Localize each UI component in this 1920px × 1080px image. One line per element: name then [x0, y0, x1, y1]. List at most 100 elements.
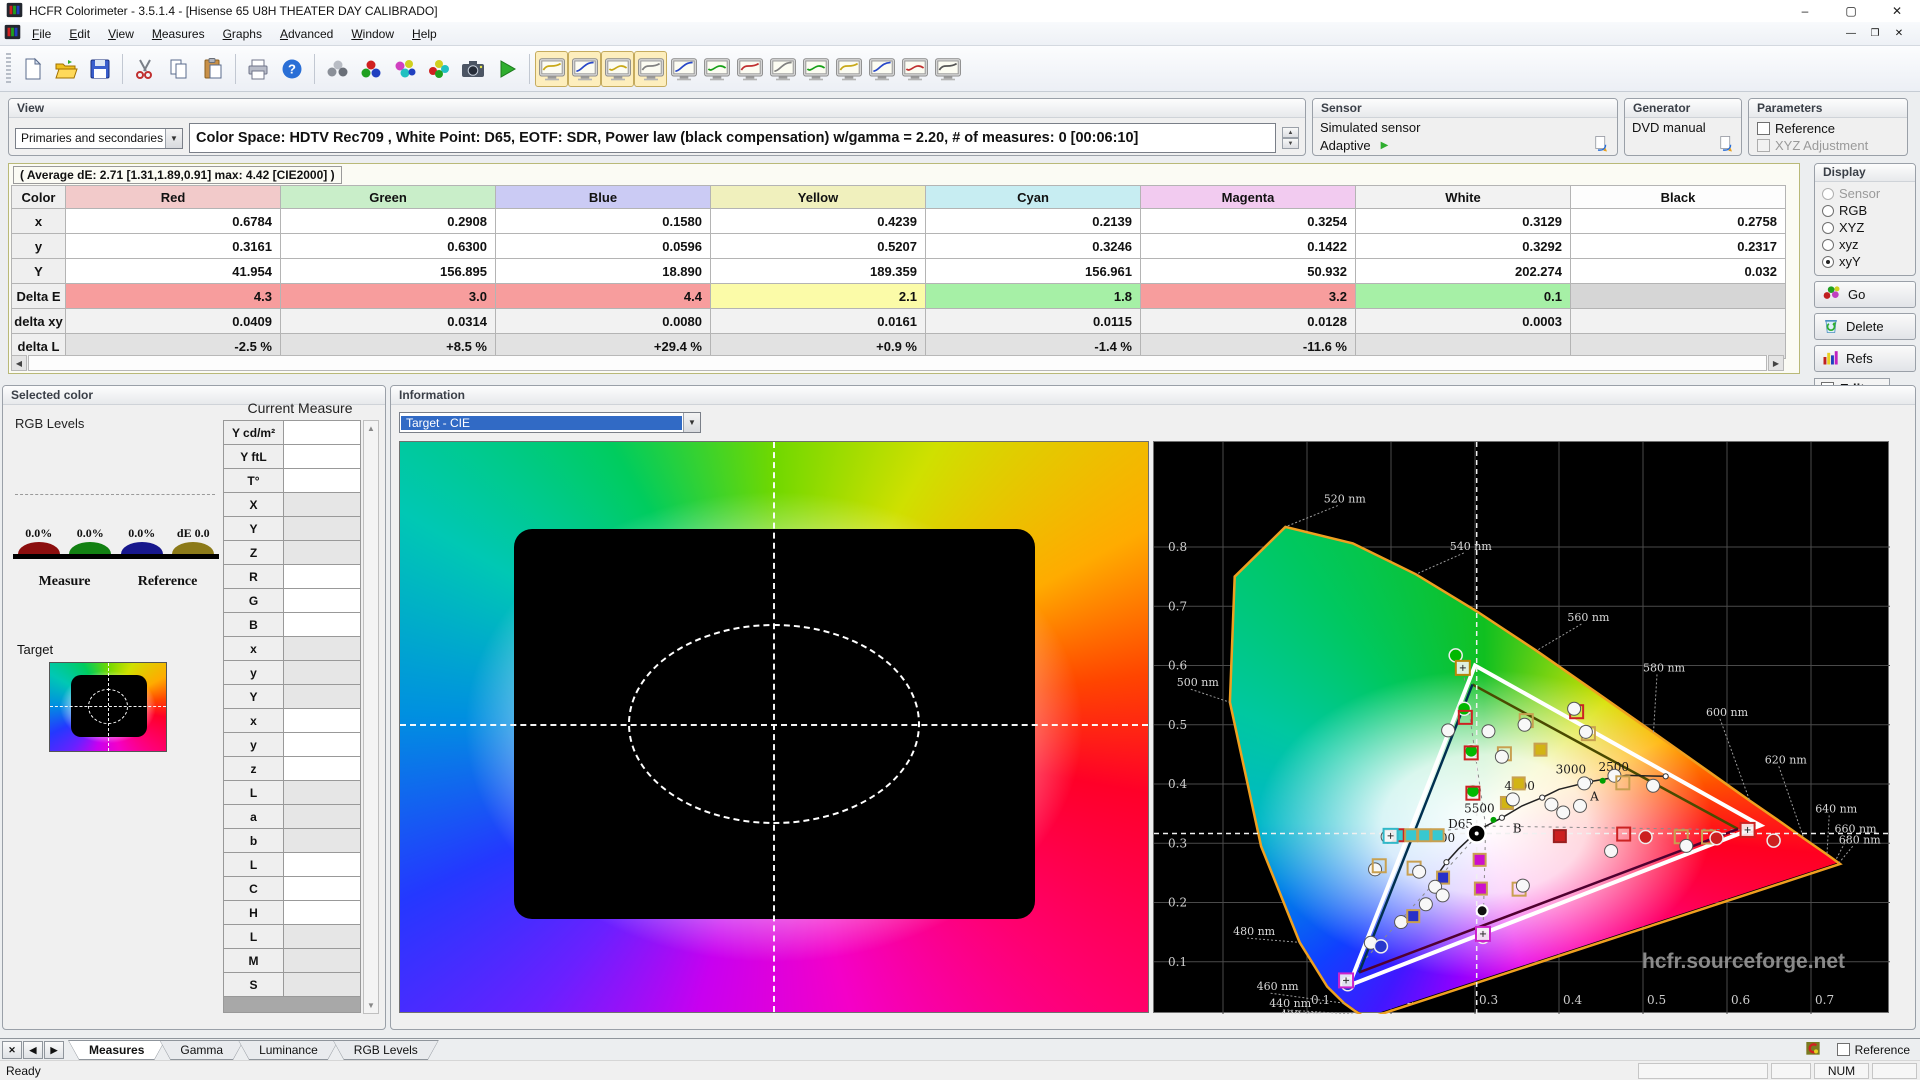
graph-view-monitor-icon-7[interactable] [733, 51, 766, 87]
display-radio-xyz[interactable]: XYZ [1822, 219, 1908, 236]
mdi-restore-button[interactable]: ❐ [1864, 25, 1886, 43]
scroll-up-icon[interactable]: ▲ [367, 421, 375, 436]
table-cell[interactable]: 0.6784 [66, 209, 281, 234]
refs-button[interactable]: Refs [1814, 345, 1916, 372]
table-cell[interactable]: 0.4239 [711, 209, 926, 234]
current-measure-value[interactable] [284, 781, 361, 805]
current-measure-value[interactable] [284, 805, 361, 829]
current-measure-value[interactable] [284, 973, 361, 997]
radio-icon[interactable] [1822, 222, 1834, 234]
camera-icon[interactable] [456, 51, 490, 87]
graph-view-monitor-icon-3[interactable] [601, 51, 634, 87]
display-radio-rgb[interactable]: RGB [1822, 202, 1908, 219]
table-cell[interactable]: 0.2908 [281, 209, 496, 234]
table-cell[interactable]: 41.954 [66, 259, 281, 284]
table-cell[interactable]: 4.4 [496, 284, 711, 309]
graph-view-monitor-icon-4[interactable] [634, 51, 667, 87]
tab-rgb-levels[interactable]: RGB Levels [333, 1040, 439, 1060]
information-view-select[interactable]: Target - CIE ▼ [399, 412, 701, 433]
table-cell[interactable]: 3.0 [281, 284, 496, 309]
menu-edit[interactable]: Edit [60, 24, 99, 44]
reference-checkbox[interactable]: Reference [1757, 121, 1899, 136]
checkbox-icon[interactable] [1757, 122, 1770, 135]
current-measure-value[interactable] [284, 877, 361, 901]
current-measure-value[interactable] [284, 589, 361, 613]
column-header-blue[interactable]: Blue [496, 185, 711, 209]
current-measure-value[interactable] [284, 421, 361, 445]
column-header-red[interactable]: Red [66, 185, 281, 209]
current-measure-scrollbar[interactable]: ▲ ▼ [363, 420, 379, 1014]
table-cell[interactable]: 0.2758 [1571, 209, 1786, 234]
status-reference-checkbox[interactable]: Reference [1837, 1043, 1910, 1057]
table-cell[interactable]: 0.0080 [496, 309, 711, 334]
column-header-black[interactable]: Black [1571, 185, 1786, 209]
table-cell[interactable]: 202.274 [1356, 259, 1571, 284]
save-icon[interactable] [83, 51, 117, 87]
menu-graphs[interactable]: Graphs [214, 24, 271, 44]
scrollbar-thumb[interactable] [28, 355, 1767, 371]
open-icon[interactable] [49, 51, 83, 87]
sensor-settings-icon[interactable] [1592, 135, 1610, 156]
balls-gray-icon[interactable] [320, 51, 354, 87]
current-measure-value[interactable] [284, 901, 361, 925]
current-measure-value[interactable] [284, 493, 361, 517]
radio-icon[interactable] [1822, 205, 1834, 217]
balls-multi-icon[interactable] [422, 51, 456, 87]
tab-gamma[interactable]: Gamma [159, 1040, 244, 1060]
display-radio-xyy[interactable]: xyY [1822, 253, 1908, 270]
table-cell[interactable]: 0.2317 [1571, 234, 1786, 259]
current-measure-value[interactable] [284, 469, 361, 493]
minimize-button[interactable]: – [1782, 0, 1828, 22]
graph-view-monitor-icon-8[interactable] [766, 51, 799, 87]
chevron-down-icon[interactable]: ▼ [165, 129, 182, 148]
scroll-left-icon[interactable]: ◀ [11, 355, 27, 371]
spin-down-icon[interactable]: ▼ [1282, 138, 1299, 149]
paste-icon[interactable] [196, 51, 230, 87]
table-cell[interactable]: 0.2139 [926, 209, 1141, 234]
table-cell[interactable]: 2.1 [711, 284, 926, 309]
column-header-cyan[interactable]: Cyan [926, 185, 1141, 209]
table-cell[interactable]: 0.3254 [1141, 209, 1356, 234]
current-measure-value[interactable] [284, 949, 361, 973]
tab-measures[interactable]: Measures [68, 1040, 165, 1060]
table-cell[interactable]: 0.0128 [1141, 309, 1356, 334]
table-cell[interactable]: 0.032 [1571, 259, 1786, 284]
graph-view-monitor-icon-11[interactable] [865, 51, 898, 87]
table-cell[interactable]: 0.5207 [711, 234, 926, 259]
close-button[interactable]: ✕ [1874, 0, 1920, 22]
current-measure-value[interactable] [284, 565, 361, 589]
current-measure-value[interactable] [284, 733, 361, 757]
table-cell[interactable]: 3.2 [1141, 284, 1356, 309]
menu-measures[interactable]: Measures [143, 24, 214, 44]
current-measure-value[interactable] [284, 925, 361, 949]
table-cell[interactable]: 156.895 [281, 259, 496, 284]
table-cell[interactable]: 0.0161 [711, 309, 926, 334]
scroll-down-icon[interactable]: ▼ [367, 998, 375, 1013]
table-cell[interactable]: 0.6300 [281, 234, 496, 259]
table-cell[interactable]: 0.3246 [926, 234, 1141, 259]
table-cell[interactable]: 0.3292 [1356, 234, 1571, 259]
current-measure-value[interactable] [284, 637, 361, 661]
table-cell[interactable]: 0.3129 [1356, 209, 1571, 234]
table-cell[interactable]: 0.0314 [281, 309, 496, 334]
graph-view-monitor-icon-10[interactable] [832, 51, 865, 87]
play-icon[interactable] [490, 51, 524, 87]
tab-scroll-right-icon[interactable]: ▶ [44, 1041, 64, 1059]
column-header-yellow[interactable]: Yellow [711, 185, 926, 209]
current-measure-value[interactable] [284, 517, 361, 541]
table-cell[interactable]: 156.961 [926, 259, 1141, 284]
sensor-play-icon[interactable]: ▶ [1381, 140, 1389, 151]
go-button[interactable]: Go [1814, 281, 1916, 308]
table-cell[interactable]: 0.1422 [1141, 234, 1356, 259]
table-horizontal-scrollbar[interactable]: ◀ ▶ [11, 355, 1784, 371]
table-cell[interactable]: 0.0003 [1356, 309, 1571, 334]
table-cell[interactable]: 189.359 [711, 259, 926, 284]
mdi-close-button[interactable]: ✕ [1888, 25, 1910, 43]
graph-view-monitor-icon-1[interactable] [535, 51, 568, 87]
column-header-green[interactable]: Green [281, 185, 496, 209]
current-measure-value[interactable] [284, 541, 361, 565]
scroll-right-icon[interactable]: ▶ [1768, 355, 1784, 371]
table-cell[interactable]: 4.3 [66, 284, 281, 309]
maximize-button[interactable]: ▢ [1828, 0, 1874, 22]
new-icon[interactable] [15, 51, 49, 87]
